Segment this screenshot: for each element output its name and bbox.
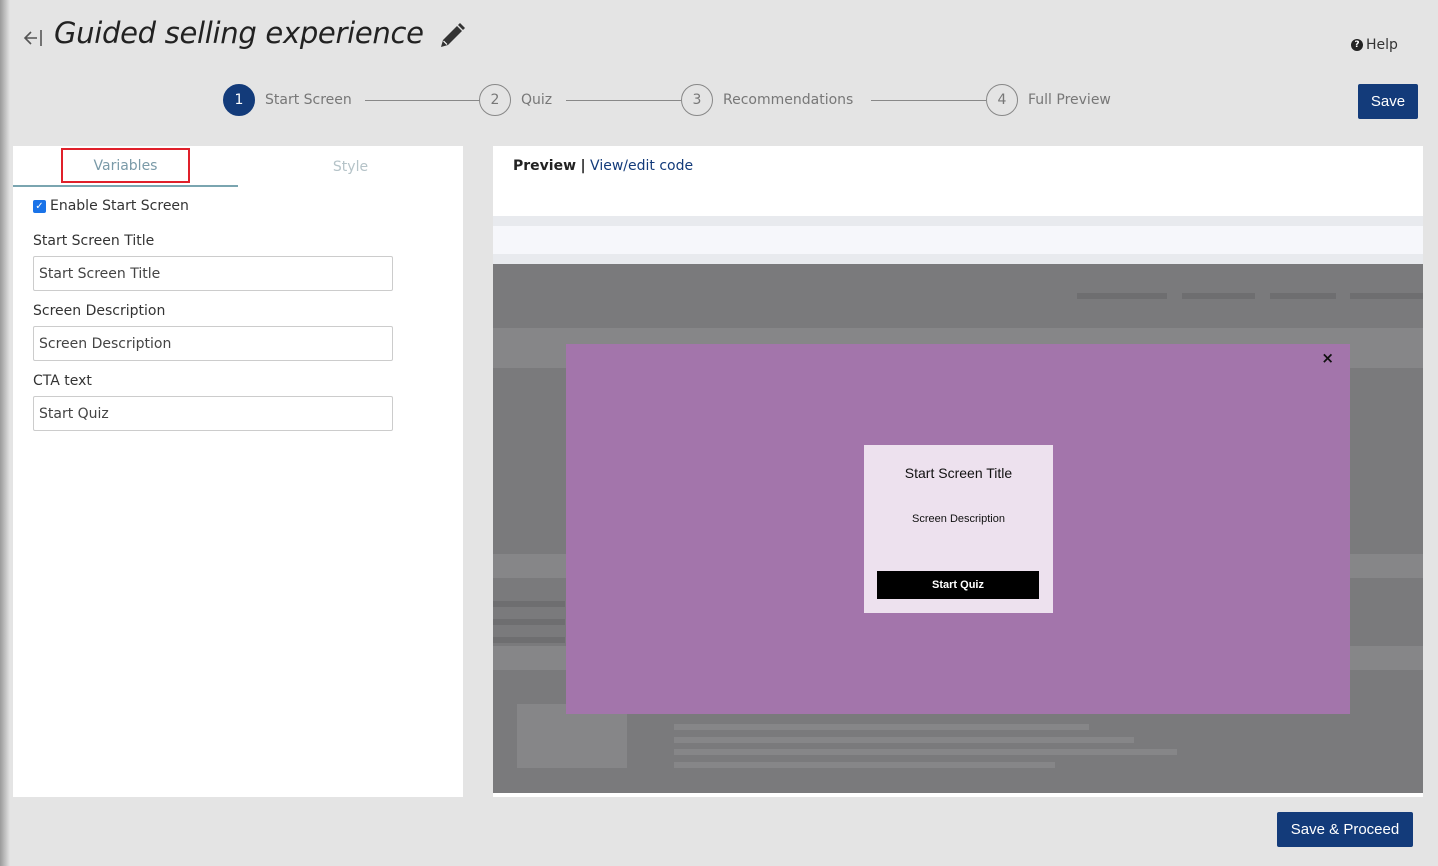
step-number-badge: 3	[681, 84, 713, 116]
settings-panel: Variables Style ✓ Enable Start Screen St…	[13, 146, 463, 797]
tab-variables-highlight: Variables	[61, 148, 190, 183]
ghost-nav-bar	[1182, 293, 1255, 299]
stepper-connector	[566, 100, 681, 101]
step-number-badge: 2	[479, 84, 511, 116]
cta-text-input[interactable]: Start Quiz	[33, 396, 393, 431]
preview-title: Preview	[513, 158, 577, 174]
checkbox-label: Enable Start Screen	[50, 198, 189, 214]
field-label: Start Screen Title	[33, 233, 155, 249]
ghost-line	[493, 637, 565, 643]
preview-divider	[493, 254, 1423, 264]
start-quiz-button[interactable]: Start Quiz	[877, 571, 1039, 599]
step-label: Start Screen	[265, 92, 352, 108]
save-button[interactable]: Save	[1358, 84, 1418, 119]
stepper-connector	[365, 100, 480, 101]
preview-separator: |	[580, 158, 586, 174]
window-edge-shadow	[0, 0, 10, 866]
ghost-line	[674, 762, 1055, 768]
tab-label: Variables	[93, 157, 158, 174]
question-circle-icon: ?	[1351, 39, 1363, 51]
field-label: Screen Description	[33, 303, 166, 319]
enable-start-screen-checkbox[interactable]: ✓	[33, 199, 46, 213]
ghost-line	[493, 619, 565, 625]
back-arrow-icon-svg	[23, 30, 42, 46]
preview-divider	[493, 216, 1423, 226]
step-label: Recommendations	[723, 92, 854, 108]
help-link[interactable]: ? Help	[1351, 37, 1398, 53]
close-icon[interactable]: ×	[1321, 349, 1334, 367]
storefront-preview-overlay: × Start Screen Title Screen Description …	[493, 264, 1423, 793]
step-number-badge: 1	[223, 84, 255, 116]
ghost-line	[674, 737, 1134, 743]
page-title: Guided selling experience	[54, 16, 424, 50]
ghost-line	[493, 601, 565, 607]
step-number-badge: 4	[986, 84, 1018, 116]
tab-style[interactable]: Style	[238, 146, 463, 187]
tab-variables[interactable]: Variables	[13, 146, 238, 187]
stepper-connector	[871, 100, 986, 101]
step-full-preview[interactable]: 4 Full Preview	[986, 84, 1111, 116]
step-recommendations[interactable]: 3 Recommendations	[681, 84, 853, 116]
ghost-nav-bar	[1077, 293, 1167, 299]
preview-panel: Preview | View/edit code × Start Screen …	[493, 146, 1423, 797]
help-label: Help	[1366, 37, 1398, 53]
start-screen-card: Start Screen Title Screen Description St…	[864, 445, 1053, 613]
ghost-line	[674, 749, 1177, 755]
ghost-nav-bar	[1350, 293, 1423, 299]
step-label: Quiz	[521, 92, 553, 108]
field-label: CTA text	[33, 373, 92, 389]
step-label: Full Preview	[1028, 92, 1111, 108]
tab-label: Style	[332, 158, 369, 175]
start-screen-title-input[interactable]: Start Screen Title	[33, 256, 393, 291]
step-quiz[interactable]: 2 Quiz	[479, 84, 552, 116]
save-and-proceed-button[interactable]: Save & Proceed	[1277, 812, 1413, 847]
start-screen-description: Screen Description	[912, 513, 1005, 525]
back-arrow-icon[interactable]	[22, 27, 44, 52]
ghost-line	[674, 724, 1089, 730]
start-screen-title: Start Screen Title	[904, 465, 1013, 481]
ghost-nav-bar	[1270, 293, 1336, 299]
step-start-screen[interactable]: 1 Start Screen	[223, 84, 352, 116]
enable-start-screen-row: ✓ Enable Start Screen	[33, 198, 189, 214]
start-screen-modal: × Start Screen Title Screen Description …	[566, 344, 1350, 714]
view-edit-code-link[interactable]: View/edit code	[590, 158, 693, 174]
screen-description-input[interactable]: Screen Description	[33, 326, 393, 361]
preview-header: Preview | View/edit code	[513, 158, 693, 174]
pencil-edit-icon[interactable]	[437, 21, 467, 51]
preview-toolbar-strip	[493, 226, 1423, 254]
